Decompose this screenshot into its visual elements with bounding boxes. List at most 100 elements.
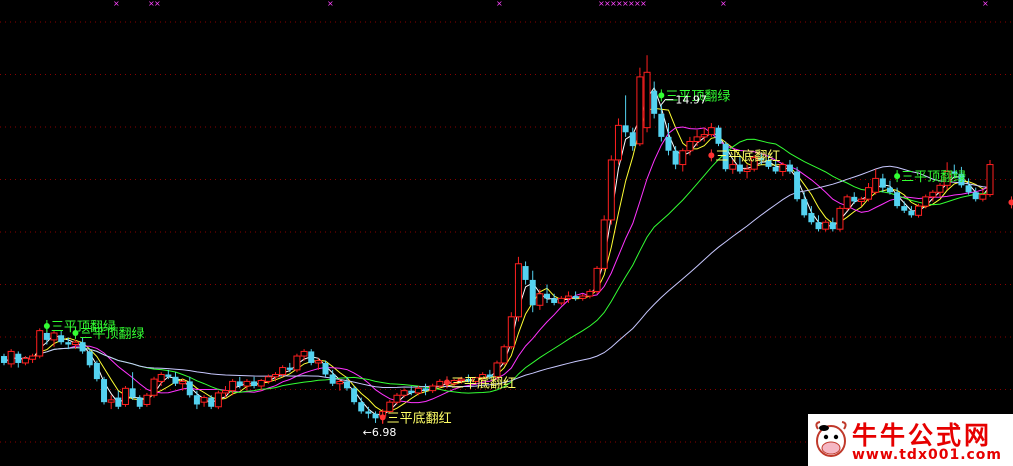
signal-label: 三平顶翻绿: [901, 170, 966, 185]
candle-body-down: [186, 381, 193, 396]
candle-body-down: [572, 296, 579, 299]
candle-body-up: [279, 367, 287, 375]
candle-body-down: [136, 397, 143, 407]
candle-body-up: [214, 392, 222, 408]
candle-body-down: [308, 351, 315, 363]
candle-body-up: [257, 379, 265, 387]
candle-body-up: [979, 194, 987, 200]
candle-body-up: [229, 380, 237, 392]
candle-body-up: [600, 219, 608, 269]
candle-body-down: [193, 395, 200, 405]
candle-body-up: [507, 316, 515, 348]
candle-body-up: [679, 150, 687, 166]
candle-body-up: [743, 168, 751, 172]
candle-body-down: [86, 351, 93, 366]
candle-body-up: [586, 290, 594, 297]
candle-body-down: [772, 166, 779, 172]
candle-body-down: [622, 125, 629, 133]
candle-body-down: [329, 374, 336, 384]
signal-label: 三平底翻红: [715, 148, 780, 164]
candle-body-down: [172, 376, 179, 384]
candle-body-down: [672, 150, 679, 165]
candle-body-up: [414, 387, 422, 394]
candle-body-down: [629, 132, 636, 147]
candle-body-down: [972, 192, 979, 200]
candle-body-up: [636, 76, 644, 145]
top-marker: ×: [496, 0, 503, 8]
candle-body-up: [272, 373, 280, 378]
candle-body-up: [922, 196, 930, 207]
candle-body-down: [408, 390, 415, 393]
candle-body-down: [129, 388, 136, 398]
top-marker: ×: [327, 0, 334, 8]
candle-body-down: [351, 388, 358, 403]
signal-label: 三平顶翻绿: [79, 327, 144, 342]
candle-body-down: [551, 298, 558, 303]
candle-body-up: [686, 141, 694, 152]
top-marker: ×: [640, 0, 647, 8]
candle-body-up: [936, 184, 944, 193]
candle-body-up: [264, 376, 272, 382]
candle-body-down: [879, 178, 886, 188]
candle-body-up: [915, 205, 923, 216]
candle-body-down: [901, 206, 908, 211]
candle-body-up: [700, 134, 708, 138]
candle-body-up: [614, 124, 622, 161]
candle-body-up: [857, 198, 865, 202]
candle-body-up: [779, 164, 787, 172]
candle-body-up: [29, 355, 37, 360]
cow-logo-icon: [815, 421, 847, 457]
candle-body-up: [593, 267, 601, 292]
candle-body-up: [436, 380, 444, 387]
candle-body-up: [707, 127, 715, 136]
candle-body-up: [314, 360, 322, 364]
candle-body-down: [65, 342, 72, 345]
candle-body-down: [801, 199, 808, 216]
candle-body-down: [165, 374, 172, 377]
candle-body-down: [815, 222, 822, 230]
candle-body-up: [493, 362, 501, 378]
candle-body-down: [886, 187, 893, 193]
top-marker-strip: × × × × × × × × × × × × × × ×: [113, 0, 989, 8]
top-marker: ×: [720, 0, 727, 8]
candle-body-up: [221, 390, 229, 394]
candle-body-up: [400, 390, 408, 396]
candle-body-up: [293, 355, 301, 371]
candle-body-down: [251, 381, 258, 387]
candle-body-up: [143, 394, 151, 405]
candle-body-down: [101, 379, 108, 403]
top-marker: ×: [154, 0, 161, 8]
candle-body-down: [829, 222, 836, 230]
candle-body-up: [336, 380, 344, 385]
candle-body-up: [693, 136, 701, 143]
candle-body-down: [786, 164, 793, 172]
candle-body-down: [544, 293, 551, 299]
signal-labels: 三平顶翻绿三平顶翻绿三平底翻红三平底翻红三平顶翻绿三平底翻红三平顶翻绿三平: [43, 89, 1013, 426]
candle-body-down: [79, 342, 86, 352]
candle-body-down: [529, 279, 536, 306]
candle-body-down: [658, 113, 665, 137]
candle-body-down: [43, 332, 50, 340]
candle-body-up: [7, 350, 15, 365]
candle-body-down: [93, 362, 100, 380]
candle-body-up: [536, 293, 544, 306]
candle-body-down: [715, 127, 722, 144]
signal-label: 三平底翻红: [451, 375, 516, 391]
candle-body-up: [386, 401, 394, 412]
candle-body-up: [300, 350, 308, 357]
candle-body-down: [651, 90, 658, 114]
candle-body-down: [736, 164, 743, 172]
candle-body-up: [607, 159, 615, 221]
candle-body-up: [836, 207, 844, 230]
candle-body-up: [107, 399, 115, 403]
candle-body-down: [365, 411, 372, 414]
candle-body-down: [58, 335, 65, 343]
candle-body-down: [115, 397, 122, 407]
signal-label: 三平底翻红: [387, 410, 452, 426]
candle-body-down: [522, 266, 529, 280]
candle-body-up: [393, 394, 401, 403]
watermark-url: www.tdx001.com: [852, 447, 1003, 463]
candle-body-down: [908, 210, 915, 216]
candlestick-chart: × × × × × × × × × × × × × × × 三平顶翻绿三平顶翻绿三平底翻红三平底翻红三平顶翻…: [0, 0, 1013, 443]
high-price-label: 14.97: [675, 94, 707, 107]
